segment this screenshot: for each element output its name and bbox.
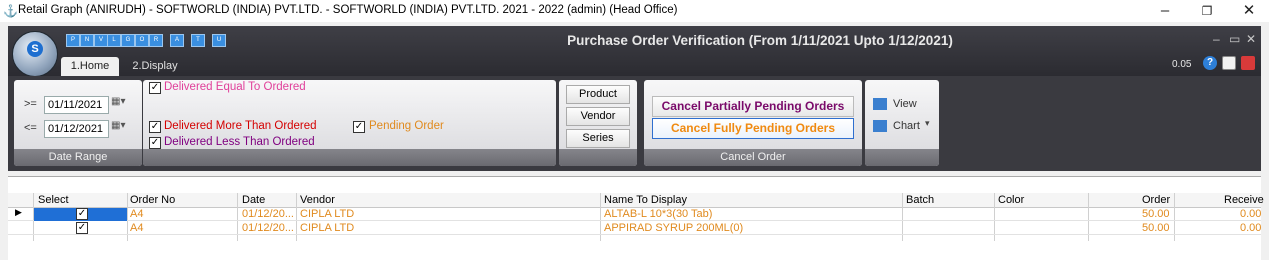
orb-logo-icon: S bbox=[27, 41, 43, 57]
quick-access-r-icon[interactable]: R bbox=[149, 34, 163, 47]
view-button[interactable]: View bbox=[893, 98, 917, 110]
date-range-group: >= 01/11/2021 ▦▾ <= 01/12/2021 ▦▾ Date R… bbox=[14, 80, 142, 166]
receive-cell: 0.00 bbox=[1240, 222, 1262, 234]
delivered-less-checkbox[interactable]: ✓ bbox=[149, 137, 161, 149]
app-menu-orb[interactable]: S bbox=[12, 31, 58, 77]
column-header-name[interactable]: Name To Display bbox=[604, 194, 687, 206]
pending-order-label: Pending Order bbox=[369, 120, 444, 132]
order-no-cell: A4 bbox=[130, 208, 144, 220]
pending-order-checkbox[interactable]: ✓ bbox=[353, 121, 365, 133]
vendor-cell: CIPLA LTD bbox=[300, 222, 355, 234]
app-restore-button[interactable]: ▭ bbox=[1229, 32, 1240, 46]
tab-home[interactable]: 1.Home bbox=[61, 57, 119, 76]
chart-icon bbox=[873, 120, 887, 132]
column-header-order[interactable]: Order bbox=[1142, 194, 1170, 206]
quick-access-u-icon[interactable]: U bbox=[212, 34, 226, 47]
tab-display[interactable]: 2.Display bbox=[131, 57, 179, 76]
column-header-date[interactable]: Date bbox=[242, 194, 265, 206]
column-header-batch[interactable]: Batch bbox=[906, 194, 934, 206]
order-no-cell: A4 bbox=[130, 222, 144, 234]
delivered-equal-checkbox[interactable]: ✓ bbox=[149, 82, 161, 94]
minimize-button[interactable]: – bbox=[1152, 2, 1178, 20]
column-header-color[interactable]: Color bbox=[998, 194, 1024, 206]
app-close-button[interactable]: ✕ bbox=[1246, 32, 1256, 46]
order-cell: 50.00 bbox=[1142, 208, 1170, 220]
receive-cell: 0.00 bbox=[1240, 208, 1262, 220]
current-row-indicator-icon: ▶ bbox=[15, 207, 22, 217]
version-label: 0.05 bbox=[1172, 59, 1192, 70]
delivered-equal-label: Delivered Equal To Ordered bbox=[164, 81, 306, 93]
cancel-fully-pending-button[interactable]: Cancel Fully Pending Orders bbox=[652, 118, 854, 139]
from-calendar-icon[interactable]: ▦▾ bbox=[111, 96, 125, 107]
cancel-order-caption: Cancel Order bbox=[644, 149, 862, 166]
filter-group-caption bbox=[143, 149, 556, 166]
column-header-select[interactable]: Select bbox=[38, 194, 69, 206]
delivered-less-label: Delivered Less Than Ordered bbox=[164, 136, 315, 148]
name-cell: ALTAB-L 10*3(30 Tab) bbox=[604, 208, 713, 220]
help-icon[interactable]: ? bbox=[1203, 56, 1217, 70]
app-minimize-button[interactable]: – bbox=[1213, 32, 1220, 46]
delivered-more-label: Delivered More Than Ordered bbox=[164, 120, 317, 132]
quick-access-g-icon[interactable]: G bbox=[121, 34, 135, 47]
row-select-checkbox[interactable]: ✓ bbox=[76, 208, 88, 220]
row-select-checkbox[interactable]: ✓ bbox=[76, 222, 88, 234]
series-button[interactable]: Series bbox=[566, 129, 630, 148]
from-date-input[interactable]: 01/11/2021 bbox=[44, 96, 109, 114]
to-operator-label: <= bbox=[24, 122, 37, 134]
window-titlebar: ⚓ Retail Graph (ANIRUDH) - SOFTWORLD (IN… bbox=[0, 0, 1269, 22]
cancel-partially-pending-button[interactable]: Cancel Partially Pending Orders bbox=[652, 96, 854, 117]
app-logo-icon: ⚓ bbox=[3, 4, 18, 18]
quick-access-a-icon[interactable]: A bbox=[170, 34, 184, 47]
vendor-button[interactable]: Vendor bbox=[566, 107, 630, 126]
quick-access-v-icon[interactable]: V bbox=[94, 34, 108, 47]
column-header-order-no[interactable]: Order No bbox=[130, 194, 175, 206]
quick-access-t-icon[interactable]: T bbox=[191, 34, 205, 47]
quick-access-o-icon[interactable]: O bbox=[135, 34, 149, 47]
pdf-icon[interactable] bbox=[1241, 56, 1255, 70]
quick-access-n-icon[interactable]: N bbox=[80, 34, 94, 47]
to-calendar-icon[interactable]: ▦▾ bbox=[111, 120, 125, 131]
name-cell: APPIRAD SYRUP 200ML(0) bbox=[604, 222, 744, 234]
from-operator-label: >= bbox=[24, 98, 37, 110]
window-title: Retail Graph (ANIRUDH) - SOFTWORLD (INDI… bbox=[18, 4, 678, 16]
close-button[interactable]: ✕ bbox=[1236, 2, 1262, 20]
document-icon[interactable] bbox=[1222, 56, 1236, 70]
vendor-cell: CIPLA LTD bbox=[300, 208, 355, 220]
delivered-more-checkbox[interactable]: ✓ bbox=[149, 121, 161, 133]
date-cell: 01/12/20... bbox=[242, 222, 294, 234]
quick-access-l-icon[interactable]: L bbox=[107, 34, 121, 47]
date-cell: 01/12/20... bbox=[242, 208, 294, 220]
view-icon bbox=[873, 98, 887, 110]
column-header-receive[interactable]: Receive bbox=[1224, 194, 1264, 206]
maximize-button[interactable]: ❐ bbox=[1194, 2, 1220, 20]
quick-access-p-icon[interactable]: P bbox=[66, 34, 80, 47]
chevron-down-icon[interactable]: ▾ bbox=[925, 118, 930, 129]
product-button[interactable]: Product bbox=[566, 85, 630, 104]
date-range-caption: Date Range bbox=[14, 149, 142, 166]
to-date-input[interactable]: 01/12/2021 bbox=[44, 120, 109, 138]
order-cell: 50.00 bbox=[1142, 222, 1170, 234]
view-group-caption bbox=[865, 149, 939, 166]
chart-button[interactable]: Chart bbox=[893, 120, 920, 132]
lookup-group-caption bbox=[559, 149, 637, 166]
column-header-vendor[interactable]: Vendor bbox=[300, 194, 335, 206]
app-title: Purchase Order Verification (From 1/11/2… bbox=[567, 33, 953, 48]
